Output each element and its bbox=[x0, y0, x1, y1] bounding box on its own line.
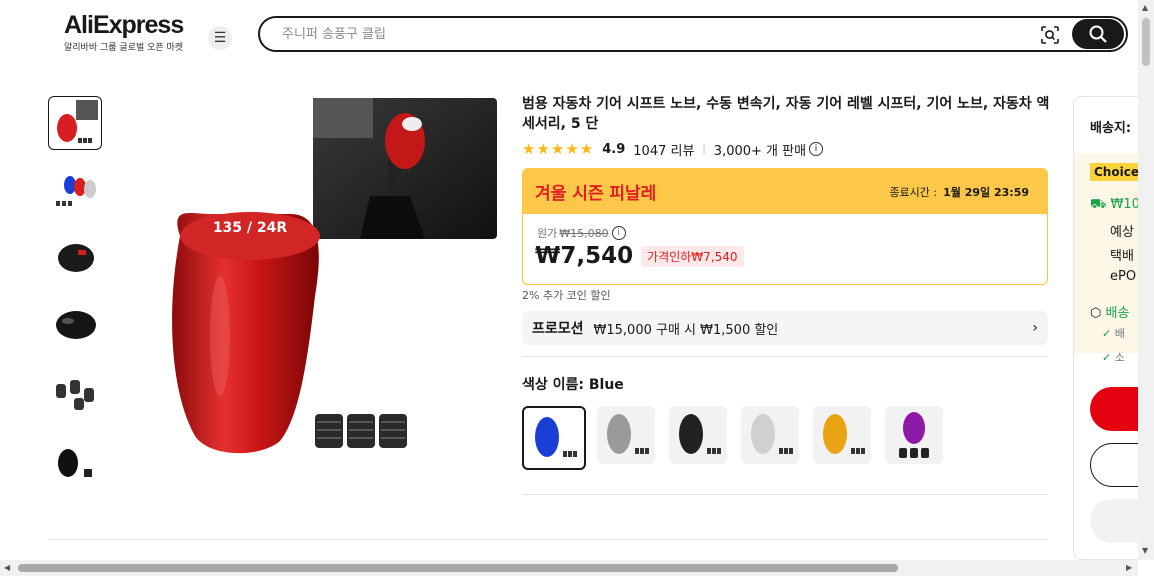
info-icon[interactable]: i bbox=[809, 142, 824, 156]
price-row: ₩7,540 가격인하₩7,540 bbox=[535, 243, 744, 269]
logo-subtitle: 알리바바 그룹 글로벌 오픈 마켓 bbox=[64, 43, 184, 53]
star-rating-icon: ★★★★★ bbox=[522, 140, 595, 158]
delivery-guarantee: ⬡ 배송 bbox=[1090, 302, 1129, 321]
search-icon bbox=[1089, 25, 1107, 43]
menu-icon[interactable]: ☰ bbox=[208, 26, 232, 50]
review-count-link[interactable]: 1047 리뷰 bbox=[633, 140, 694, 159]
swatch-image bbox=[899, 412, 929, 458]
thumbnail-3[interactable] bbox=[48, 230, 102, 284]
sold-count: 3,000+ 개 판매 bbox=[713, 143, 807, 159]
divider bbox=[48, 539, 1048, 540]
thumbnail-5[interactable] bbox=[48, 364, 102, 418]
logo-text: AliExpress bbox=[64, 11, 184, 39]
guarantee-item-text: 배 bbox=[1114, 327, 1125, 340]
color-selection-label: 색상 이름: Blue bbox=[522, 377, 624, 393]
courier-label: 택배 bbox=[1110, 249, 1134, 264]
horizontal-scrollbar[interactable]: ◀ ▶ bbox=[0, 560, 1138, 576]
guarantee-item: ✓ 배 bbox=[1102, 325, 1125, 341]
scroll-right-icon[interactable]: ▶ bbox=[1126, 563, 1132, 572]
shield-icon: ⬡ bbox=[1090, 306, 1102, 321]
original-price-row: 원가 ₩15,080 i bbox=[537, 225, 626, 241]
original-price: ₩15,080 bbox=[559, 226, 609, 240]
swatch-image bbox=[751, 414, 793, 454]
sale-box: 겨울 시즌 피날레 종료시간 : 1월 29일 23:59 원가 ₩15,080 … bbox=[522, 168, 1048, 285]
image-search-icon[interactable] bbox=[1040, 25, 1060, 45]
search-input[interactable] bbox=[282, 24, 1022, 44]
price-cut-badge: 가격인하₩7,540 bbox=[641, 245, 744, 267]
vertical-scroll-thumb[interactable] bbox=[1142, 18, 1150, 66]
color-swatch-list bbox=[522, 406, 957, 470]
color-swatch-gold[interactable] bbox=[813, 406, 871, 464]
thumbnail-image bbox=[58, 244, 94, 272]
courier-name: ePO bbox=[1110, 269, 1137, 284]
swatch-image bbox=[679, 414, 721, 454]
thumbnail-list bbox=[48, 96, 104, 480]
choice-badge: Choice bbox=[1090, 163, 1143, 181]
divider bbox=[522, 494, 1048, 495]
sale-name: 겨울 시즌 피날레 bbox=[535, 184, 657, 204]
color-swatch-silver[interactable] bbox=[741, 406, 799, 464]
sale-end-value: 1월 29일 23:59 bbox=[943, 185, 1029, 199]
sale-end-time: 종료시간 : 1월 29일 23:59 bbox=[889, 184, 1029, 200]
original-price-label: 원가 bbox=[537, 227, 558, 240]
thumbnail-2[interactable] bbox=[48, 163, 102, 217]
rating-row: ★★★★★ 4.9 1047 리뷰 | 3,000+ 개 판매 i bbox=[522, 140, 824, 159]
color-swatch-purple[interactable] bbox=[885, 406, 943, 464]
shipping-fee: ⛟ ₩10, bbox=[1090, 197, 1144, 214]
check-icon: ✓ bbox=[1102, 351, 1112, 364]
delivery-guarantee-text: 배송 bbox=[1105, 306, 1130, 321]
thumbnail-6[interactable] bbox=[48, 431, 102, 480]
sale-end-label: 종료시간 : bbox=[889, 185, 938, 199]
separator: | bbox=[702, 143, 706, 155]
thumbnail-image bbox=[56, 176, 96, 206]
rating-score: 4.9 bbox=[602, 141, 626, 157]
color-swatch-blue[interactable] bbox=[522, 406, 586, 470]
aliexpress-logo[interactable]: AliExpress 알리바바 그룹 글로벌 오픈 마켓 bbox=[64, 12, 194, 53]
guarantee-item-text: 소 bbox=[1114, 351, 1125, 364]
horizontal-scroll-thumb[interactable] bbox=[18, 564, 898, 572]
promotion-text: ₩15,000 구매 시 ₩1,500 할인 bbox=[593, 322, 779, 338]
swatch-image bbox=[823, 414, 865, 454]
sale-header: 겨울 시즌 피날레 종료시간 : 1월 29일 23:59 bbox=[523, 169, 1047, 214]
product-page: AliExpress 알리바바 그룹 글로벌 오픈 마켓 ☰ 주니퍼 송풍구 클… bbox=[0, 0, 1154, 576]
scroll-left-icon[interactable]: ◀ bbox=[4, 563, 10, 572]
guarantee-item: ✓ 소 bbox=[1102, 349, 1125, 365]
divider bbox=[522, 356, 1048, 357]
promotion-row[interactable]: 프로모션 ₩15,000 구매 시 ₩1,500 할인 › bbox=[522, 311, 1048, 345]
scroll-down-icon[interactable]: ▼ bbox=[1142, 546, 1148, 555]
chevron-right-icon: › bbox=[1032, 320, 1038, 336]
thumbnail-image bbox=[56, 311, 96, 339]
knob-gear-label: 135 / 24R bbox=[213, 220, 288, 236]
swatch-image bbox=[535, 417, 577, 457]
search-button[interactable] bbox=[1072, 19, 1124, 49]
product-title: 범용 자동차 기어 시프트 노브, 수동 변속기, 자동 기어 레벨 시프터, … bbox=[522, 96, 1050, 132]
vertical-scrollbar[interactable]: ▲ ▼ bbox=[1138, 0, 1154, 560]
color-swatch-black[interactable] bbox=[669, 406, 727, 464]
scroll-up-icon[interactable]: ▲ bbox=[1142, 3, 1148, 12]
search-bar bbox=[258, 16, 1128, 52]
coin-discount-text: 2% 추가 코인 할인 bbox=[522, 289, 611, 302]
truck-icon: ⛟ bbox=[1090, 197, 1107, 212]
price-info-icon[interactable]: i bbox=[611, 226, 626, 240]
check-icon: ✓ bbox=[1102, 327, 1112, 340]
thumbnail-image bbox=[58, 449, 92, 477]
ship-to-label[interactable]: 배송지: bbox=[1090, 117, 1131, 136]
promotion-label: 프로모션 bbox=[532, 321, 584, 337]
swatch-image bbox=[607, 414, 649, 454]
thumbnail-4[interactable] bbox=[48, 297, 102, 351]
color-swatch-gray[interactable] bbox=[597, 406, 655, 464]
thumbnail-1[interactable] bbox=[48, 96, 102, 150]
main-product-image[interactable]: 135 / 24R bbox=[150, 96, 500, 476]
thumbnail-image bbox=[57, 100, 98, 143]
current-price: ₩7,540 bbox=[535, 243, 634, 269]
delivery-estimate: 예상 bbox=[1110, 225, 1134, 240]
thumbnail-image bbox=[56, 380, 94, 410]
